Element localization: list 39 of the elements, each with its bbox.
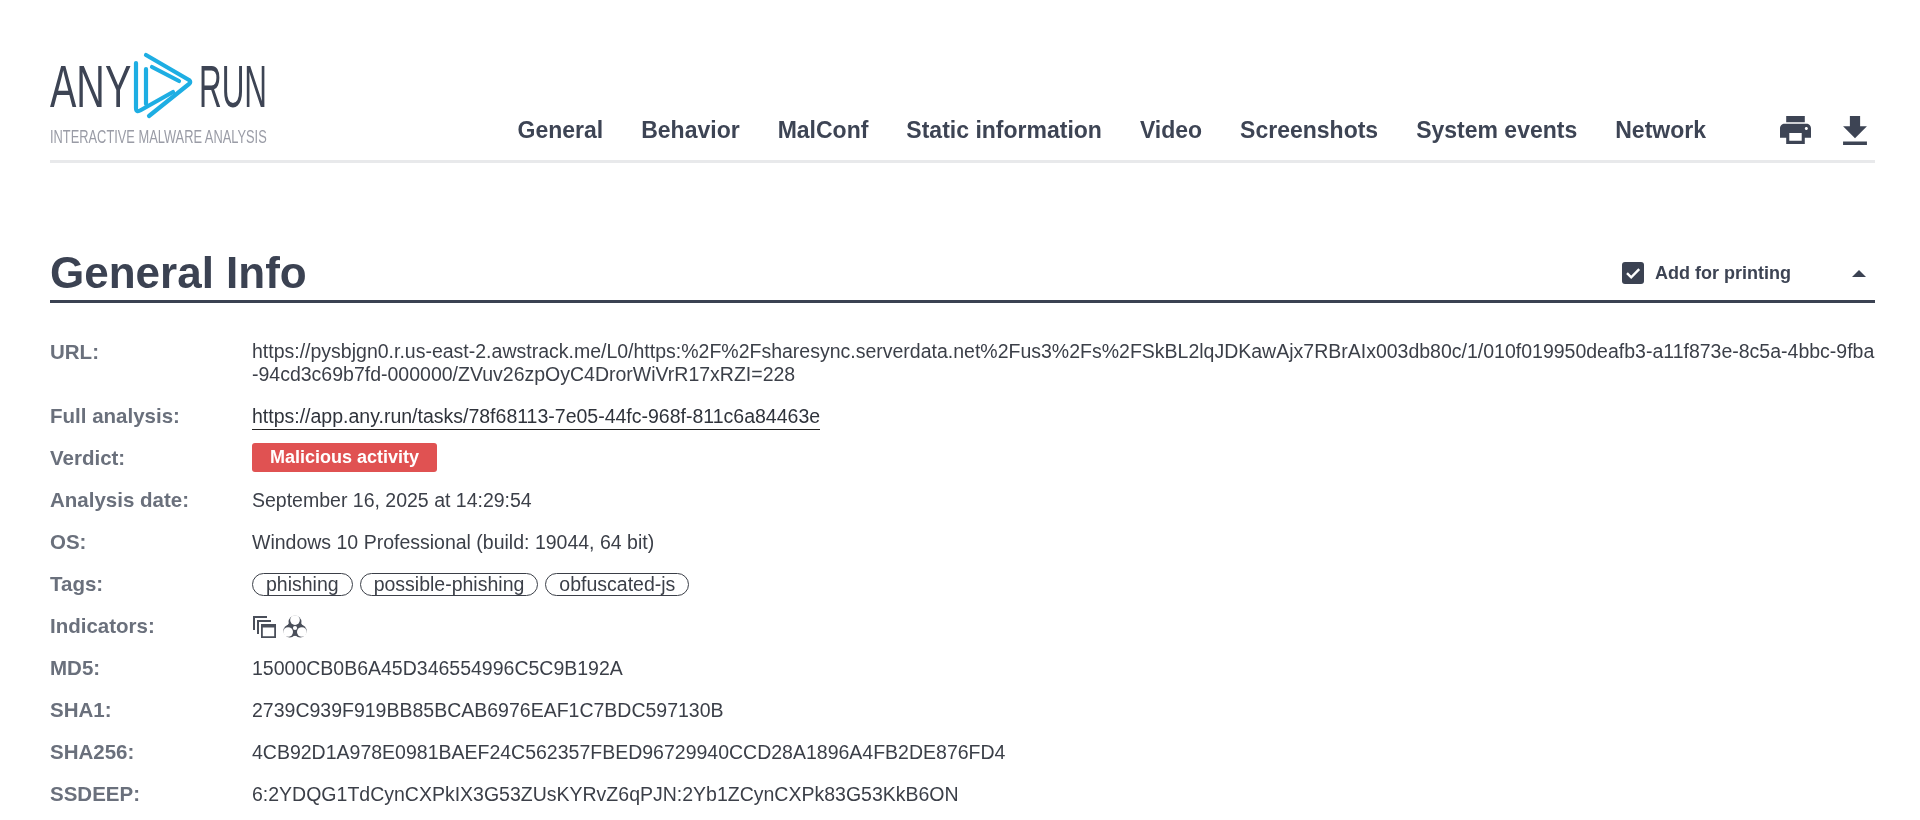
nav-link[interactable]: Network [1615, 116, 1706, 144]
collapse-caret-icon[interactable] [1852, 269, 1866, 277]
nav-link[interactable]: MalConf [777, 116, 869, 144]
logo-text: RUN [199, 57, 268, 117]
field-value: 2739C939F919BB85BCAB6976EAF1C7BDC597130B [252, 698, 725, 723]
nav-link[interactable]: Static information [906, 116, 1102, 144]
field-value: 15000CB0B6A45D346554996C5C9B192A [252, 656, 624, 681]
nav-link[interactable]: General [517, 116, 604, 144]
nav-link[interactable]: Screenshots [1240, 116, 1379, 144]
field-label: Full analysis: [50, 403, 181, 429]
analysis-link[interactable]: https://app.any.run/tasks/78f68113-7e05-44fc-968f-811c6a84463e [252, 405, 821, 430]
field-label: Verdict: [50, 445, 127, 471]
checkbox[interactable] [1622, 262, 1645, 284]
nav-link[interactable]: Behavior [641, 116, 740, 144]
field-value: https://pysbjgn0.r.us-east-2.awstrack.me/L0/https:%2F%2Fsharesync.serverdata.net%2Fus3%2Fs%2FSkBL2lqJDKawAjx7RBrAIx003db80c/1/010f019950deafb3-a11f873e-8c5a-4bbc-9fba-94cd3c69b7fd-000000/ZVuv26zpOyC4DrorWiVrR17xRZI=228 [252, 339, 1875, 387]
field-label: Tags: [50, 571, 105, 597]
field-value: Windows 10 Professional (build: 19044, 64 bit) [252, 530, 656, 555]
nav-link[interactable]: System events [1416, 116, 1578, 144]
logo-tagline: INTERACTIVE MALWARE ANALYSIS [50, 126, 267, 146]
field-label: Analysis date: [50, 487, 190, 513]
field-label: Indicators: [50, 613, 156, 639]
play-triangle-logo-icon [132, 52, 194, 120]
section-title: General Info [50, 247, 307, 299]
field-label: SSDEEP: [50, 781, 141, 807]
stacked-windows-icon [252, 614, 276, 638]
checkbox-label[interactable]: Add for printing [1655, 262, 1791, 284]
verdict-badge: Malicious activity [252, 443, 438, 472]
logo-text: ANY [50, 57, 132, 117]
field-value: 6:2YDQG1TdCynCXPkIX3G53ZUsKYRvZ6qPJN:2Yb1ZCynCXPk83G53KkB6ON [252, 782, 960, 807]
field-label: OS: [50, 529, 88, 555]
download-icon[interactable] [1843, 115, 1867, 145]
field-label: URL: [50, 339, 100, 365]
field-label: SHA256: [50, 739, 136, 765]
nav-link[interactable]: Video [1139, 116, 1203, 144]
field-value: 4CB92D1A978E0981BAEF24C562357FBED96729940CCD28A1896A4FB2DE876FD4 [252, 740, 1007, 765]
field-label: SHA1: [50, 697, 113, 723]
print-icon[interactable] [1780, 116, 1811, 144]
field-value: September 16, 2025 at 14:29:54 [252, 488, 533, 513]
field-label: MD5: [50, 655, 102, 681]
